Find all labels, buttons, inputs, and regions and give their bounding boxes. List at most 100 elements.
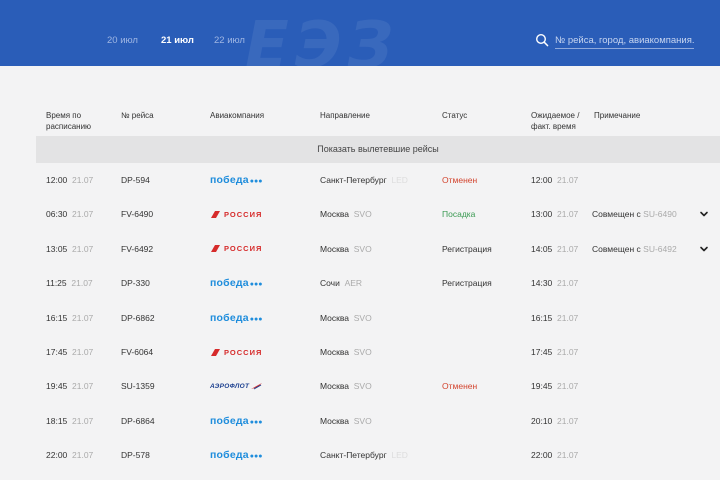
pobeda-logo: победа●●● — [210, 449, 263, 462]
flight-number: DP-330 — [121, 278, 150, 289]
column-header-note: Примечание — [594, 111, 641, 120]
flight-row[interactable]: 22:00 21.07 DP-578 победа●●● Санкт-Петербур… — [0, 438, 720, 472]
destination: Москва SVO — [320, 415, 372, 426]
airport-code: AER — [344, 278, 363, 289]
search-icon[interactable] — [535, 33, 549, 47]
rossiya-logo-text: РОССИЯ — [224, 209, 263, 219]
airline-logo-cell: АЭРОФЛОТ — [210, 369, 263, 403]
flight-status: Регистрация — [442, 243, 492, 254]
flight-row[interactable]: 16:15 21.07 DP-6862 победа●●● Москва SVO 16:… — [0, 301, 720, 335]
column-header-airline: Авиакомпания — [210, 111, 265, 120]
destination: Москва SVO — [320, 209, 372, 220]
airline-logo-cell: РОССИЯ — [210, 197, 262, 231]
scheduled-date: 21.07 — [72, 450, 94, 461]
destination: Санкт-Петербург LED — [320, 450, 408, 461]
flight-row[interactable]: 11:25 21.07 DP-330 победа●●● Сочи AER Регист… — [0, 266, 720, 300]
flight-number: FV-6064 — [121, 347, 154, 357]
actual-date: 21.07 — [557, 450, 579, 461]
flight-row[interactable]: 19:45 21.07 SU-1359 АЭРОФЛОТ Москва SVO Отме… — [0, 369, 720, 403]
actual-date: 21.07 — [557, 415, 579, 426]
scheduled-date: 21.07 — [72, 415, 94, 426]
actual-date: 21.07 — [557, 175, 579, 185]
airline-logo-cell: победа●●● — [210, 266, 262, 300]
airline-logo-cell: победа●●● — [210, 163, 262, 197]
actual-date: 21.07 — [557, 347, 579, 357]
flight-row[interactable]: 06:30 21.07 FV-6490 РОССИЯ Москва SVO Посадк… — [0, 197, 720, 231]
scheduled-time: 06:30 21.07 — [46, 209, 94, 220]
pobeda-logo: победа●●● — [210, 311, 263, 324]
scheduled-date: 21.07 — [72, 175, 94, 185]
flight-row[interactable]: 13:05 21.07 FV-6492 РОССИЯ Москва SVO Регист… — [0, 232, 720, 266]
header-watermark: ЕЭЗ — [245, 9, 400, 66]
rossiya-logo: РОССИЯ — [210, 244, 262, 253]
column-header-status: Статус — [442, 111, 468, 120]
airport-code: SVO — [353, 381, 372, 392]
destination: Москва SVO — [320, 243, 372, 254]
date-tab-21-jul[interactable]: 21 июл — [161, 35, 194, 46]
date-tab-20-jul[interactable]: 20 июл — [107, 35, 138, 46]
actual-time: 19:45 21.07 — [531, 381, 579, 392]
airport-code: SVO — [353, 415, 372, 426]
actual-date: 21.07 — [557, 209, 579, 220]
codeshare-note: Совмещен с SU-6490 — [592, 209, 677, 220]
chevron-down-icon[interactable] — [699, 244, 709, 254]
search-input[interactable] — [555, 32, 694, 49]
codeshare-flight: SU-6492 — [643, 243, 677, 254]
pobeda-logo-text: победа — [210, 277, 249, 290]
airport-code: LED — [391, 175, 408, 185]
codeshare-note: Совмещен с SU-6492 — [592, 243, 677, 254]
flight-status: Регистрация — [442, 278, 492, 289]
flight-row[interactable]: 12:00 21.07 DP-594 победа●●● Санкт-Петербур… — [0, 163, 720, 197]
flight-row[interactable]: 17:45 21.07 FV-6064 РОССИЯ Москва SVO 17:45 … — [0, 335, 720, 369]
rossiya-wing-icon — [211, 348, 220, 356]
airline-logo-cell: победа●●● — [210, 301, 262, 335]
scheduled-time: 13:05 21.07 — [46, 243, 94, 254]
destination: Москва SVO — [320, 381, 372, 392]
scheduled-time: 19:45 21.07 — [46, 381, 94, 392]
flight-number: DP-594 — [121, 175, 150, 185]
flight-status: Отменен — [442, 381, 478, 392]
show-departed-flights-button[interactable]: Показать вылетевшие рейсы — [36, 136, 720, 163]
destination: Москва SVO — [320, 312, 372, 323]
pobeda-logo: победа●●● — [210, 277, 263, 290]
airport-code: SVO — [353, 312, 372, 323]
rossiya-wing-icon — [211, 210, 220, 218]
actual-time: 22:00 21.07 — [531, 450, 579, 461]
column-header-actual-time: Ожидаемое / факт. время — [531, 111, 580, 131]
destination: Санкт-Петербург LED — [320, 175, 408, 185]
airline-logo-cell: победа●●● — [210, 438, 262, 472]
actual-time: 17:45 21.07 — [531, 347, 579, 357]
column-header-scheduled-time: Время по расписанию — [46, 111, 92, 131]
scheduled-date: 21.07 — [72, 381, 94, 392]
scheduled-date: 21.07 — [71, 278, 93, 289]
airport-code: SVO — [353, 347, 372, 357]
scheduled-time: 11:25 21.07 — [46, 278, 93, 289]
airline-logo-cell: победа●●● — [210, 404, 262, 438]
flight-row[interactable]: 18:15 21.07 DP-6864 победа●●● Москва SVO 20:… — [0, 404, 720, 438]
pobeda-logo: победа●●● — [210, 174, 263, 186]
scheduled-date: 21.07 — [72, 347, 94, 357]
airline-logo-cell: РОССИЯ — [210, 335, 262, 369]
actual-time: 12:00 21.07 — [531, 175, 579, 185]
rossiya-wing-icon — [211, 245, 220, 253]
actual-date: 21.07 — [557, 381, 579, 392]
actual-time: 16:15 21.07 — [531, 312, 579, 323]
scheduled-time: 12:00 21.07 — [46, 175, 94, 185]
actual-time: 14:05 21.07 — [531, 243, 579, 254]
actual-time: 20:10 21.07 — [531, 415, 579, 426]
rossiya-logo-text: РОССИЯ — [224, 244, 263, 254]
date-tab-22-jul[interactable]: 22 июл — [214, 35, 245, 46]
chevron-down-icon[interactable] — [699, 209, 709, 219]
destination: Москва SVO — [320, 347, 372, 357]
destination: Сочи AER — [320, 278, 363, 289]
pobeda-logo-text: победа — [210, 414, 249, 427]
flight-number: DP-6864 — [121, 415, 155, 426]
rossiya-logo: РОССИЯ — [210, 210, 262, 219]
aeroflot-logo: АЭРОФЛОТ — [210, 382, 263, 390]
airport-code: SVO — [353, 243, 372, 254]
actual-time: 13:00 21.07 — [531, 209, 579, 220]
scheduled-time: 18:15 21.07 — [46, 415, 94, 426]
scheduled-time: 17:45 21.07 — [46, 347, 94, 357]
actual-date: 21.07 — [557, 312, 579, 323]
column-header-flight-number: № рейса — [121, 111, 154, 120]
